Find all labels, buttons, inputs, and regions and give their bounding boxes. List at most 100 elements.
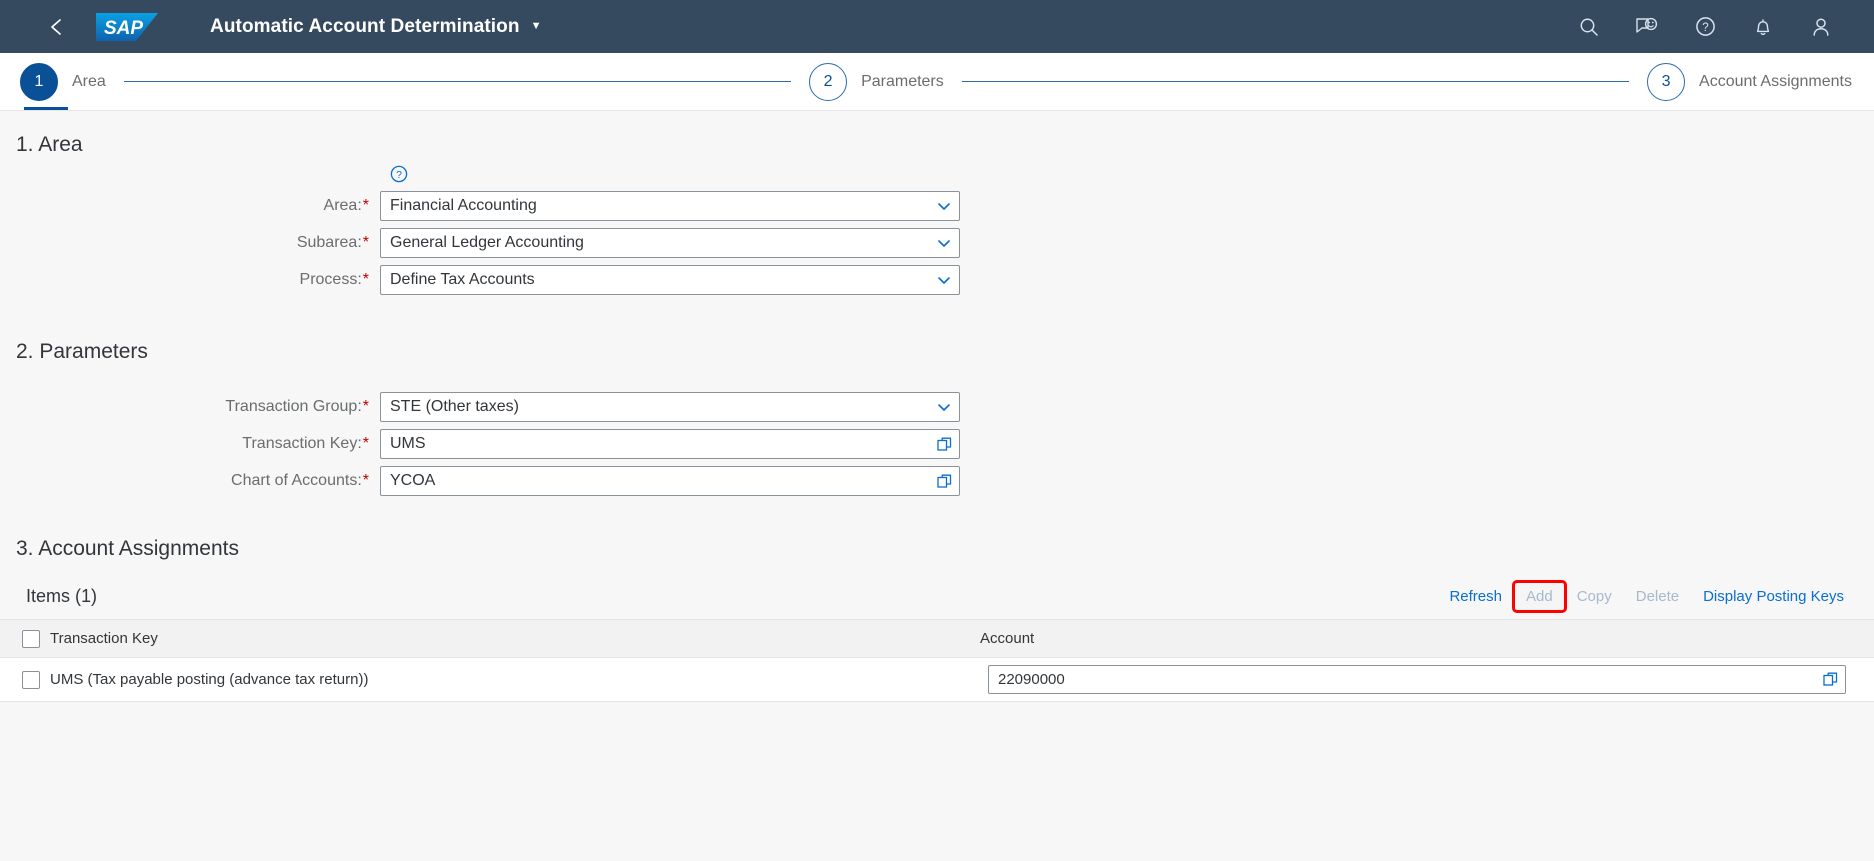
search-button[interactable] <box>1572 10 1606 44</box>
select-area[interactable]: Financial Accounting <box>380 191 960 221</box>
label-transaction-key: Transaction Key:* <box>0 435 380 453</box>
select-area-value: Financial Accounting <box>390 197 537 214</box>
refresh-button[interactable]: Refresh <box>1437 582 1514 611</box>
notifications-bell-icon <box>1752 16 1774 38</box>
area-form: ? Area:* Financial Accounting Subarea:* <box>0 157 1874 295</box>
select-transaction-group-value: STE (Other taxes) <box>390 398 519 415</box>
notifications-button[interactable] <box>1746 10 1780 44</box>
field-row-process: Process:* Define Tax Accounts <box>0 265 1874 295</box>
help-circle-icon: ? <box>389 164 409 189</box>
required-marker: * <box>362 398 369 415</box>
wizard-step-3-circle[interactable]: 3 <box>1647 62 1686 101</box>
value-help-icon[interactable] <box>1815 666 1845 694</box>
feedback-icon <box>1635 16 1659 38</box>
help-button[interactable]: ? <box>1688 10 1722 44</box>
label-subarea-text: Subarea: <box>296 234 362 251</box>
wizard-step-1-label[interactable]: Area <box>72 73 106 91</box>
copy-button[interactable]: Copy <box>1565 582 1624 611</box>
back-chevron-icon <box>47 17 67 37</box>
parameters-form: Transaction Group:* STE (Other taxes) Tr… <box>0 364 1874 496</box>
help-icon: ? <box>1694 15 1717 38</box>
section-title-account-assignments: 3. Account Assignments <box>16 537 239 560</box>
row-checkbox[interactable] <box>22 670 40 689</box>
select-transaction-group[interactable]: STE (Other taxes) <box>380 392 960 422</box>
delete-button[interactable]: Delete <box>1624 582 1691 611</box>
row-select-cell <box>0 657 50 702</box>
label-subarea: Subarea:* <box>0 234 380 252</box>
value-help-icon[interactable] <box>929 467 959 495</box>
search-icon <box>1578 16 1600 38</box>
wizard-step-3-number: 3 <box>1661 72 1671 90</box>
wizard-step-area[interactable]: 1 Area <box>20 62 106 101</box>
column-header-account[interactable]: Account <box>980 619 1874 658</box>
wizard-step-2-circle[interactable]: 2 <box>809 62 848 101</box>
label-transaction-group: Transaction Group:* <box>0 398 380 416</box>
label-area-text: Area: <box>323 197 362 214</box>
user-profile-icon <box>1810 16 1832 38</box>
wizard-step-account-assignments[interactable]: 3 Account Assignments <box>1647 62 1852 101</box>
wizard-step-2-label[interactable]: Parameters <box>861 73 944 91</box>
field-row-chart-of-accounts: Chart of Accounts:* YCOA <box>0 466 1874 496</box>
back-button[interactable] <box>40 10 74 44</box>
select-subarea-value: General Ledger Accounting <box>390 234 584 251</box>
select-all-header <box>0 619 50 658</box>
svg-text:?: ? <box>1702 22 1708 34</box>
wizard-connector-1 <box>123 81 792 82</box>
chevron-down-icon[interactable] <box>929 192 959 220</box>
page-content: 1. Area ? Area:* Financial Accounting Su… <box>0 111 1874 860</box>
field-row-subarea: Subarea:* General Ledger Accounting <box>0 228 1874 258</box>
svg-text:SAP: SAP <box>104 18 143 39</box>
toolbar-actions: Refresh Add Copy Delete Display Posting … <box>1437 579 1856 613</box>
app-title-menu[interactable]: Automatic Account Determination ▼ <box>210 16 542 38</box>
chevron-down-icon[interactable] <box>929 266 959 294</box>
wizard-step-2-number: 2 <box>823 72 833 90</box>
input-account-value: 22090000 <box>998 671 1065 688</box>
label-chart-of-accounts: Chart of Accounts:* <box>0 472 380 490</box>
select-subarea[interactable]: General Ledger Accounting <box>380 228 960 258</box>
section-title-area: 1. Area <box>16 133 83 156</box>
area-help-row: ? <box>0 165 1874 187</box>
chevron-down-icon: ▼ <box>530 20 542 32</box>
wizard-step-1-circle[interactable]: 1 <box>20 62 58 101</box>
required-marker: * <box>362 234 369 251</box>
sap-logo[interactable]: SAP <box>96 10 172 44</box>
wizard-step-1-number: 1 <box>34 72 44 90</box>
table-header-row: Transaction Key Account <box>0 619 1874 658</box>
required-marker: * <box>362 197 369 214</box>
svg-text:?: ? <box>396 169 402 181</box>
input-chart-of-accounts-value: YCOA <box>390 472 436 489</box>
add-button[interactable]: Add <box>1512 579 1567 613</box>
account-assignments-table: Transaction Key Account UMS (Tax payable… <box>0 619 1874 702</box>
wizard-step-3-label[interactable]: Account Assignments <box>1699 73 1852 91</box>
wizard-active-indicator <box>24 107 68 110</box>
display-posting-keys-button[interactable]: Display Posting Keys <box>1691 582 1856 611</box>
input-account[interactable]: 22090000 <box>988 665 1846 694</box>
wizard-step-parameters[interactable]: 2 Parameters <box>809 62 944 101</box>
label-transaction-group-text: Transaction Group: <box>225 398 362 415</box>
label-transaction-key-text: Transaction Key: <box>242 435 362 452</box>
wizard-connector-2 <box>961 81 1630 82</box>
feedback-button[interactable] <box>1630 10 1664 44</box>
required-marker: * <box>362 435 369 452</box>
account-assignments-table-block: Items (1) Refresh Add Copy Delete Displa… <box>0 573 1874 702</box>
select-process[interactable]: Define Tax Accounts <box>380 265 960 295</box>
shell-header: SAP Automatic Account Determination ▼ ? <box>0 0 1874 53</box>
chevron-down-icon[interactable] <box>929 229 959 257</box>
required-marker: * <box>362 472 369 489</box>
select-all-checkbox[interactable] <box>22 629 40 648</box>
input-chart-of-accounts[interactable]: YCOA <box>380 466 960 496</box>
table-row[interactable]: UMS (Tax payable posting (advance tax re… <box>0 657 1874 702</box>
area-help-button[interactable]: ? <box>388 165 410 187</box>
chevron-down-icon[interactable] <box>929 393 959 421</box>
column-header-transaction-key[interactable]: Transaction Key <box>50 619 980 658</box>
cell-transaction-key: UMS (Tax payable posting (advance tax re… <box>50 657 980 702</box>
input-transaction-key[interactable]: UMS <box>380 429 960 459</box>
table-toolbar: Items (1) Refresh Add Copy Delete Displa… <box>0 573 1874 619</box>
value-help-icon[interactable] <box>929 430 959 458</box>
input-transaction-key-value: UMS <box>390 435 426 452</box>
user-profile-button[interactable] <box>1804 10 1838 44</box>
app-title: Automatic Account Determination <box>210 15 520 37</box>
label-chart-of-accounts-text: Chart of Accounts: <box>231 472 362 489</box>
items-count-title: Items (1) <box>26 585 98 606</box>
field-row-transaction-group: Transaction Group:* STE (Other taxes) <box>0 392 1874 422</box>
